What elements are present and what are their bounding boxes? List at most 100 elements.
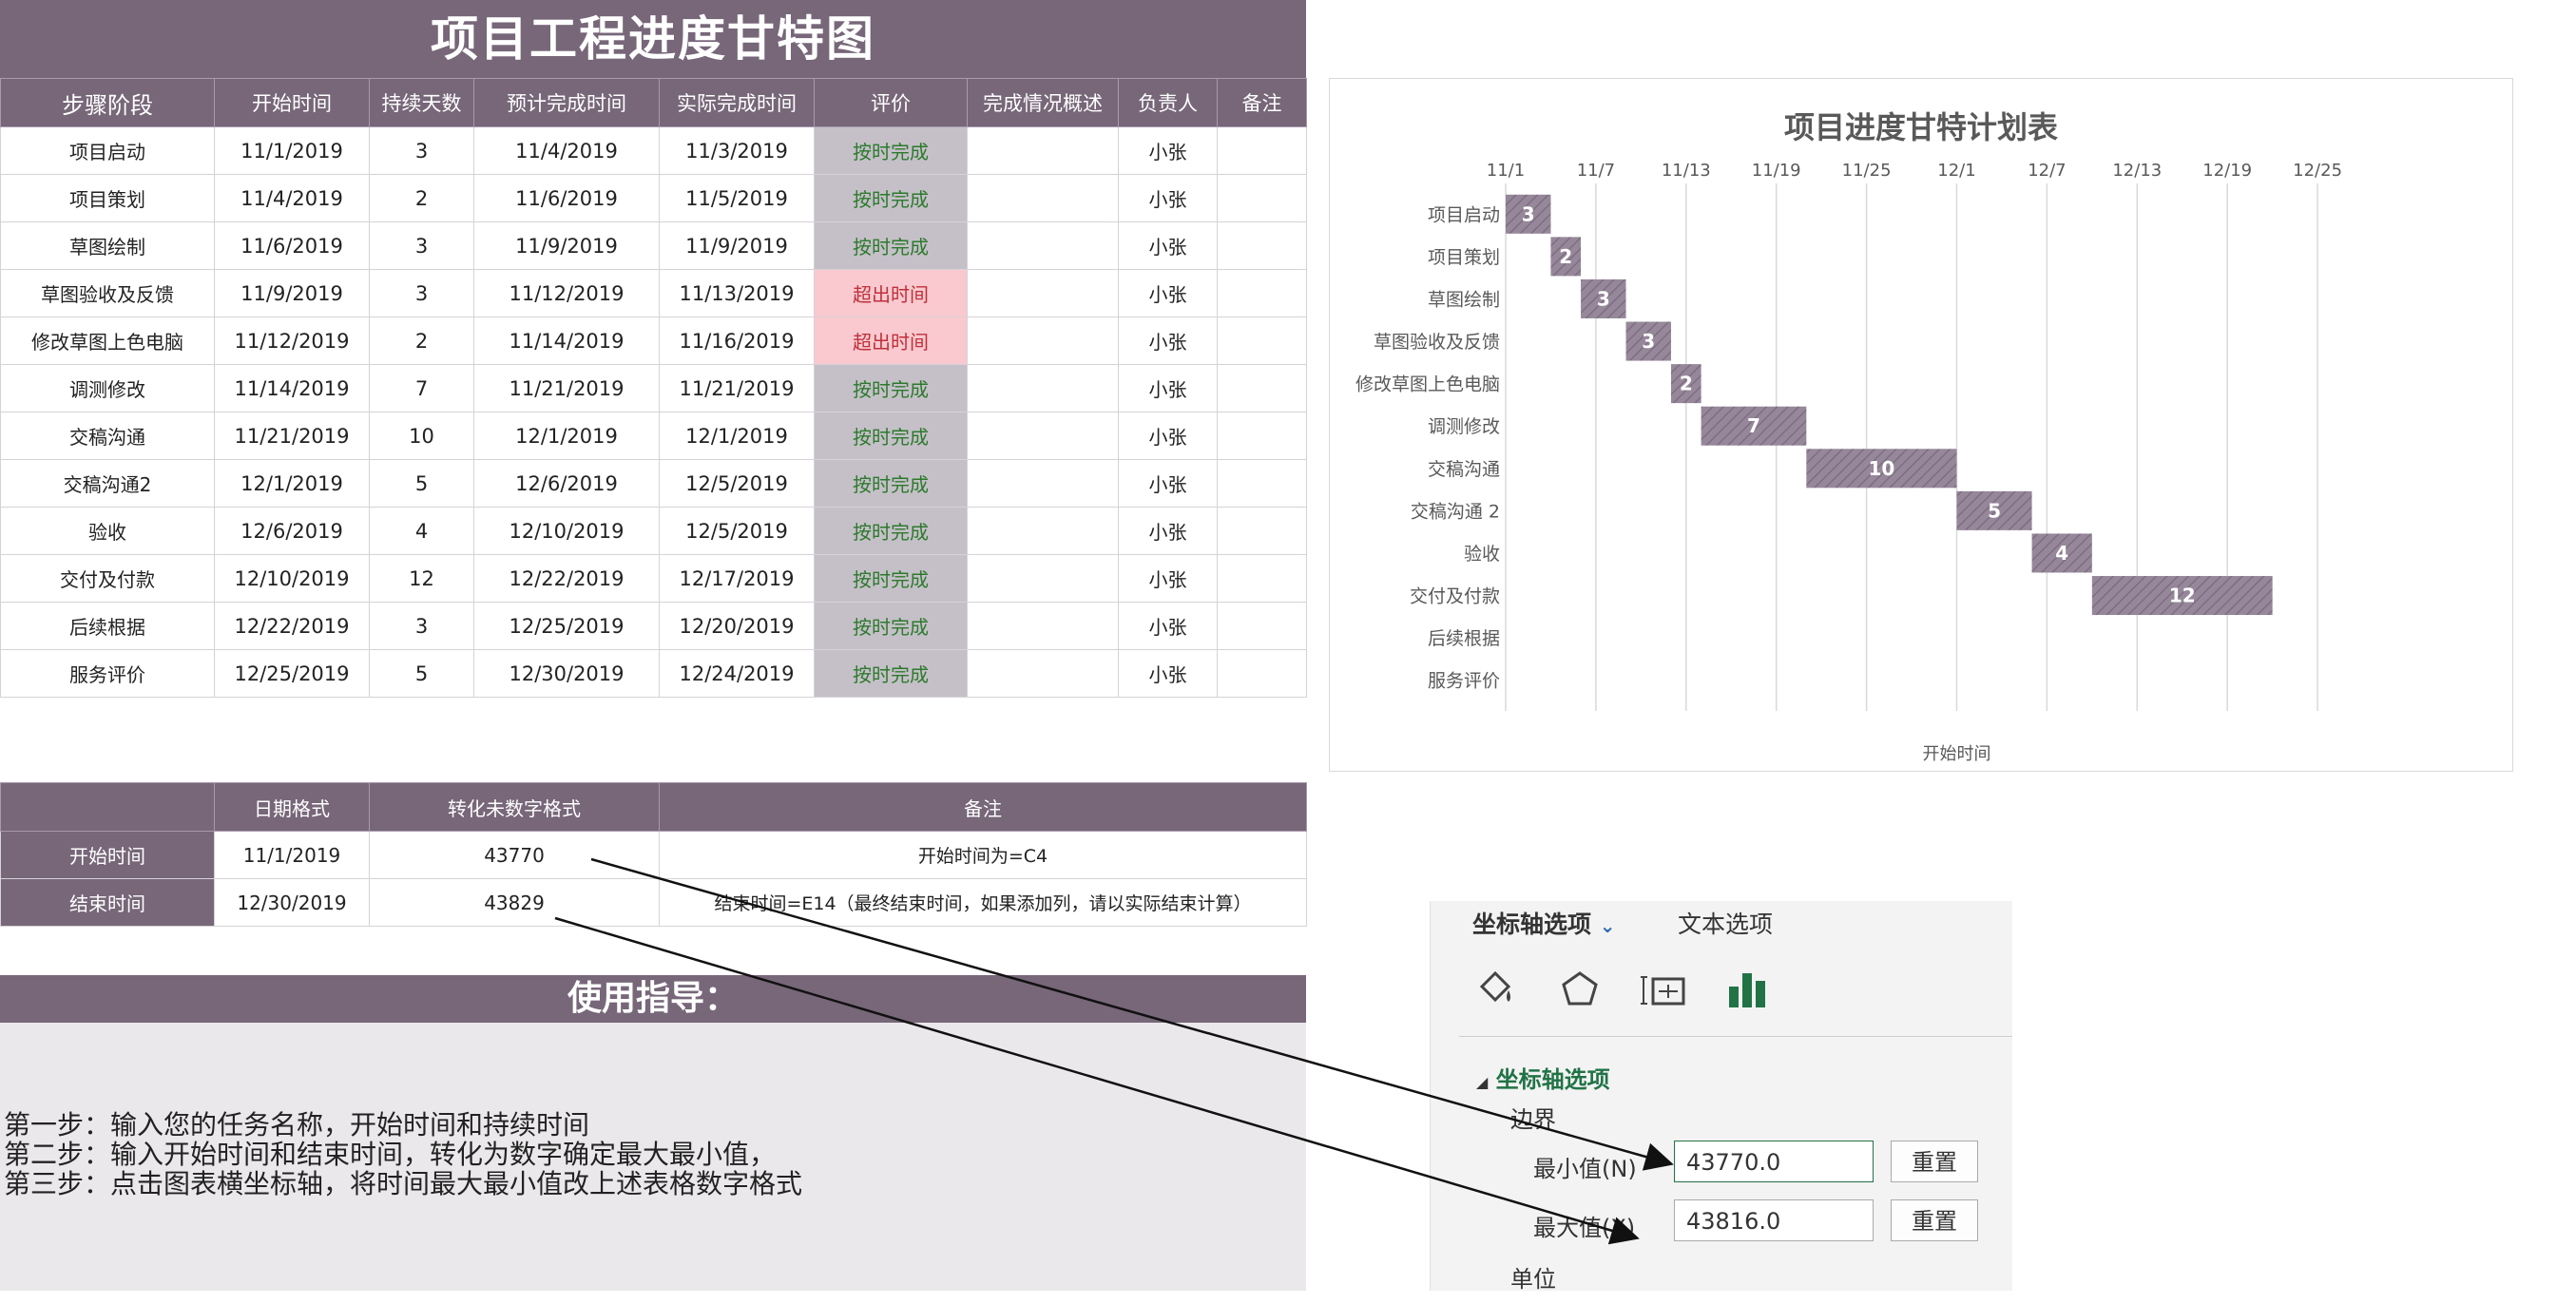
cell-stage[interactable]: 修改草图上色电脑 xyxy=(0,316,215,365)
cell-note[interactable] xyxy=(1217,459,1307,508)
cell-summary[interactable] xyxy=(967,554,1119,603)
min-bound-input[interactable]: 43770.0 xyxy=(1674,1141,1874,1182)
cell-summary[interactable] xyxy=(967,269,1119,317)
cell-note[interactable] xyxy=(1217,126,1307,175)
cell-note[interactable] xyxy=(1217,221,1307,270)
cell-actual[interactable]: 12/24/2019 xyxy=(659,649,815,698)
cell-days[interactable]: 4 xyxy=(369,507,474,555)
cell-note[interactable] xyxy=(1217,602,1307,650)
cell-actual[interactable]: 11/13/2019 xyxy=(659,269,815,317)
cell-planned[interactable]: 12/10/2019 xyxy=(473,507,660,555)
cell-planned[interactable]: 12/6/2019 xyxy=(473,459,660,508)
cell-eval[interactable]: 超出时间 xyxy=(814,269,968,317)
cell-note[interactable] xyxy=(1217,364,1307,412)
cell-start[interactable]: 11/4/2019 xyxy=(214,174,370,222)
cell-summary[interactable] xyxy=(967,649,1119,698)
cell-summary[interactable] xyxy=(967,174,1119,222)
cell-actual[interactable]: 11/16/2019 xyxy=(659,316,815,365)
cell-summary[interactable] xyxy=(967,459,1119,508)
cell-stage[interactable]: 项目启动 xyxy=(0,126,215,175)
cell-planned[interactable]: 11/6/2019 xyxy=(473,174,660,222)
cell-note[interactable] xyxy=(1217,412,1307,460)
tab-axis-options[interactable]: 坐标轴选项 ⌄ xyxy=(1472,901,1616,949)
size-properties-icon[interactable] xyxy=(1640,966,1689,1013)
cell-planned[interactable]: 12/22/2019 xyxy=(473,554,660,603)
cell-owner[interactable]: 小张 xyxy=(1118,554,1218,603)
max-bound-input[interactable]: 43816.0 xyxy=(1674,1199,1874,1241)
cell-actual[interactable]: 11/5/2019 xyxy=(659,174,815,222)
cell-note[interactable] xyxy=(1217,174,1307,222)
cell-eval[interactable]: 按时完成 xyxy=(814,459,968,508)
cell-note[interactable] xyxy=(1217,554,1307,603)
cell-actual[interactable]: 11/21/2019 xyxy=(659,364,815,412)
cell-days[interactable]: 12 xyxy=(369,554,474,603)
cell-owner[interactable]: 小张 xyxy=(1118,507,1218,555)
cell-eval[interactable]: 按时完成 xyxy=(814,364,968,412)
conversion-cell-number[interactable]: 43770 xyxy=(369,831,660,879)
cell-eval[interactable]: 按时完成 xyxy=(814,602,968,650)
conversion-cell-date[interactable]: 12/30/2019 xyxy=(214,878,370,927)
cell-planned[interactable]: 12/30/2019 xyxy=(473,649,660,698)
cell-stage[interactable]: 调测修改 xyxy=(0,364,215,412)
cell-actual[interactable]: 12/1/2019 xyxy=(659,412,815,460)
cell-summary[interactable] xyxy=(967,126,1119,175)
cell-days[interactable]: 5 xyxy=(369,459,474,508)
cell-owner[interactable]: 小张 xyxy=(1118,364,1218,412)
cell-eval[interactable]: 超出时间 xyxy=(814,316,968,365)
cell-planned[interactable]: 11/9/2019 xyxy=(473,221,660,270)
cell-start[interactable]: 11/21/2019 xyxy=(214,412,370,460)
cell-eval[interactable]: 按时完成 xyxy=(814,554,968,603)
cell-actual[interactable]: 12/20/2019 xyxy=(659,602,815,650)
cell-days[interactable]: 3 xyxy=(369,269,474,317)
cell-actual[interactable]: 11/3/2019 xyxy=(659,126,815,175)
cell-start[interactable]: 12/25/2019 xyxy=(214,649,370,698)
conversion-cell-number[interactable]: 43829 xyxy=(369,878,660,927)
cell-stage[interactable]: 项目策划 xyxy=(0,174,215,222)
cell-start[interactable]: 11/12/2019 xyxy=(214,316,370,365)
cell-summary[interactable] xyxy=(967,602,1119,650)
cell-start[interactable]: 12/22/2019 xyxy=(214,602,370,650)
cell-days[interactable]: 3 xyxy=(369,126,474,175)
cell-start[interactable]: 11/9/2019 xyxy=(214,269,370,317)
conversion-cell-label[interactable]: 结束时间 xyxy=(0,878,215,927)
cell-stage[interactable]: 验收 xyxy=(0,507,215,555)
cell-days[interactable]: 2 xyxy=(369,174,474,222)
cell-note[interactable] xyxy=(1217,649,1307,698)
cell-owner[interactable]: 小张 xyxy=(1118,269,1218,317)
cell-owner[interactable]: 小张 xyxy=(1118,126,1218,175)
cell-owner[interactable]: 小张 xyxy=(1118,221,1218,270)
cell-note[interactable] xyxy=(1217,507,1307,555)
cell-eval[interactable]: 按时完成 xyxy=(814,174,968,222)
cell-actual[interactable]: 12/5/2019 xyxy=(659,507,815,555)
cell-days[interactable]: 10 xyxy=(369,412,474,460)
cell-summary[interactable] xyxy=(967,316,1119,365)
cell-eval[interactable]: 按时完成 xyxy=(814,126,968,175)
bar-chart-icon[interactable] xyxy=(1723,966,1773,1013)
conversion-cell-note[interactable]: 结束时间=E14（最终结束时间，如果添加列，请以实际结束计算） xyxy=(659,878,1307,927)
tab-text-options[interactable]: 文本选项 xyxy=(1678,901,1773,949)
cell-days[interactable]: 5 xyxy=(369,649,474,698)
cell-days[interactable]: 3 xyxy=(369,221,474,270)
cell-eval[interactable]: 按时完成 xyxy=(814,412,968,460)
cell-summary[interactable] xyxy=(967,364,1119,412)
gantt-chart[interactable]: 项目进度甘特计划表 11/1 11/7 11/13 11/19 11/25 12/1 12/7… xyxy=(1329,78,2513,772)
cell-stage[interactable]: 交付及付款 xyxy=(0,554,215,603)
cell-stage[interactable]: 草图验收及反馈 xyxy=(0,269,215,317)
cell-actual[interactable]: 12/17/2019 xyxy=(659,554,815,603)
cell-owner[interactable]: 小张 xyxy=(1118,316,1218,365)
cell-owner[interactable]: 小张 xyxy=(1118,602,1218,650)
cell-summary[interactable] xyxy=(967,412,1119,460)
cell-start[interactable]: 12/1/2019 xyxy=(214,459,370,508)
fill-bucket-icon[interactable] xyxy=(1472,966,1520,1013)
cell-planned[interactable]: 12/25/2019 xyxy=(473,602,660,650)
section-axis-options[interactable]: ◢ 坐标轴选项 xyxy=(1476,1061,1610,1094)
cell-eval[interactable]: 按时完成 xyxy=(814,649,968,698)
cell-stage[interactable]: 交稿沟通 xyxy=(0,412,215,460)
conversion-cell-date[interactable]: 11/1/2019 xyxy=(214,831,370,879)
cell-planned[interactable]: 11/21/2019 xyxy=(473,364,660,412)
cell-planned[interactable]: 11/4/2019 xyxy=(473,126,660,175)
cell-note[interactable] xyxy=(1217,269,1307,317)
cell-owner[interactable]: 小张 xyxy=(1118,459,1218,508)
cell-planned[interactable]: 11/12/2019 xyxy=(473,269,660,317)
cell-owner[interactable]: 小张 xyxy=(1118,174,1218,222)
